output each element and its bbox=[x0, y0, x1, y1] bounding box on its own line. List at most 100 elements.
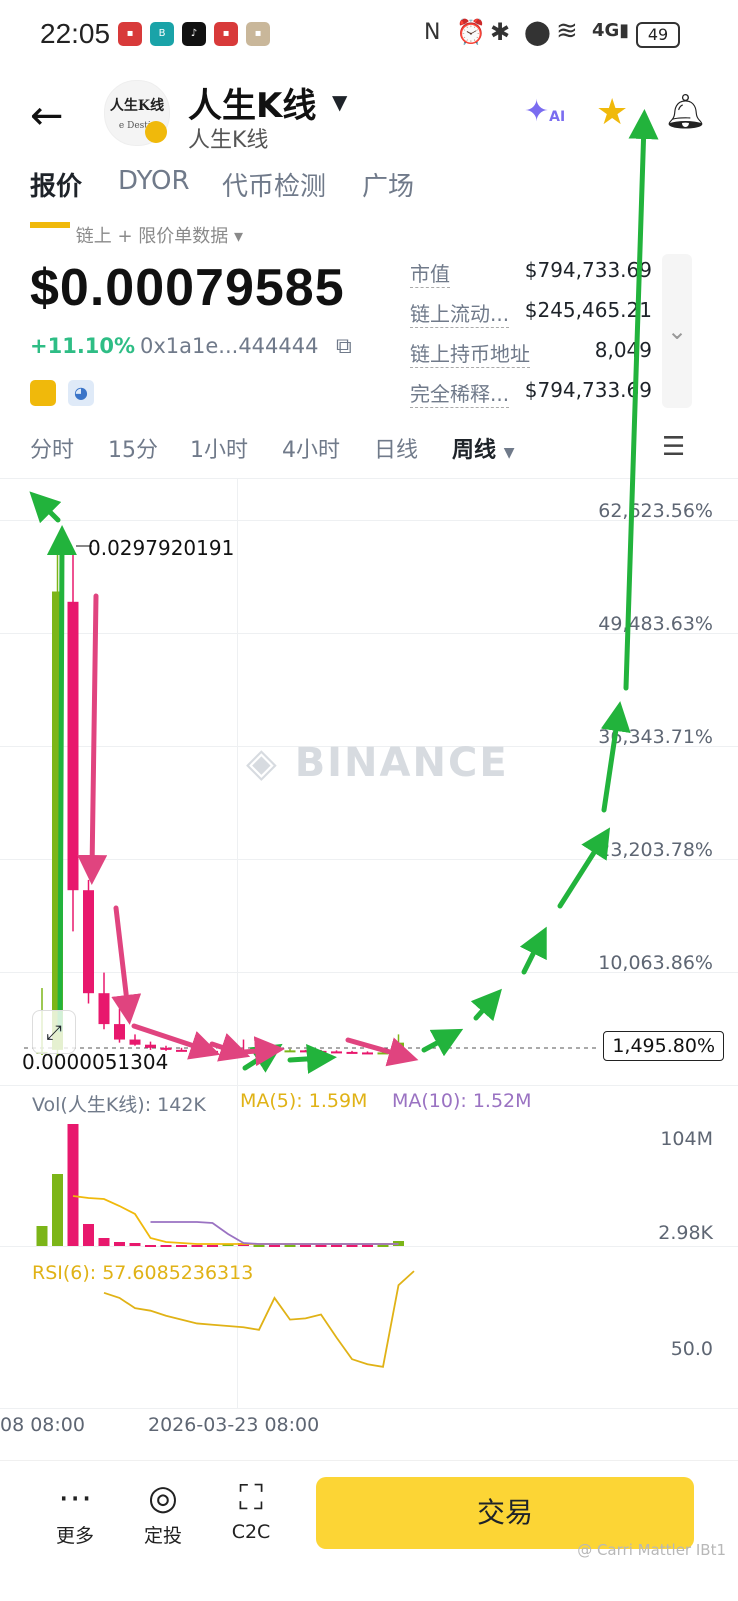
annotation-arrow-green bbox=[287, 1043, 337, 1074]
y-axis-label: 62,623.56% bbox=[598, 500, 713, 522]
candle-body bbox=[129, 1039, 141, 1045]
tab-dyor[interactable]: DYOR bbox=[118, 166, 190, 196]
y-axis-label: 49,483.63% bbox=[598, 613, 713, 635]
recurring-label: 定投 bbox=[143, 1525, 182, 1547]
huawei-icon: ▪ bbox=[214, 22, 238, 46]
interval-day[interactable]: 日线 bbox=[374, 432, 418, 464]
price-change: +11.10% bbox=[30, 334, 136, 358]
chart-top-border bbox=[0, 478, 738, 479]
candle-body bbox=[269, 1049, 280, 1052]
candle-body bbox=[222, 1049, 234, 1052]
volume-bar bbox=[52, 1174, 63, 1246]
tab-token-check[interactable]: 代币检测 bbox=[222, 166, 326, 203]
logo-text: 人生K线 bbox=[109, 98, 165, 114]
annotation-arrow-green bbox=[421, 1028, 464, 1057]
bluetooth-icon: ✱ bbox=[490, 18, 511, 46]
candle-body bbox=[393, 1042, 404, 1053]
candle-body bbox=[114, 1024, 125, 1040]
more-label: 更多 bbox=[55, 1525, 94, 1547]
tiktok-icon: ♪ bbox=[182, 22, 206, 46]
candle-body bbox=[362, 1052, 373, 1055]
data-source-text: 链上 + 限价单数据 bbox=[75, 226, 229, 247]
tab-square[interactable]: 广场 bbox=[362, 166, 414, 203]
tab-quote[interactable]: 报价 bbox=[30, 166, 82, 203]
stat-label-liquidity[interactable]: 链上流动... bbox=[410, 298, 510, 328]
wifi-icon: ≋ bbox=[556, 16, 578, 46]
expand-stats-chevron-icon[interactable]: ⌄ bbox=[662, 254, 692, 408]
recurring-button[interactable]: ◎ 定投 bbox=[128, 1461, 198, 1548]
photo-icon: ▪ bbox=[246, 22, 270, 46]
annotation-arrow-pink bbox=[111, 905, 142, 1025]
grid-line bbox=[0, 1408, 738, 1409]
watermark-text: BINANCE bbox=[294, 740, 509, 786]
current-price: $0.00079585 bbox=[30, 259, 345, 317]
annotation-arrow-pink bbox=[241, 1036, 285, 1067]
rsi-label: RSI(6): 57.6085236313 bbox=[32, 1262, 254, 1284]
stat-label-holders[interactable]: 链上持币地址 bbox=[410, 338, 530, 368]
ma10-line bbox=[150, 1221, 399, 1245]
location-icon: ⬤ bbox=[524, 18, 551, 46]
annotation-arrow-green bbox=[519, 926, 547, 975]
annotation-arrow-green bbox=[242, 1043, 283, 1073]
y-axis-label: 23,203.78% bbox=[598, 839, 713, 861]
alarm-icon: ⏰ bbox=[456, 18, 486, 46]
annotation-arrow-green bbox=[470, 988, 502, 1022]
bell-icon[interactable]: 🔔︎ bbox=[664, 92, 707, 132]
candle-body bbox=[377, 1052, 389, 1055]
stat-label-market-cap[interactable]: 市值 bbox=[410, 258, 450, 288]
binance-watermark: ◈ BINANCE bbox=[246, 740, 509, 786]
indicator-bar bbox=[30, 222, 70, 228]
boss-icon: B bbox=[150, 22, 174, 46]
rsi-y-label: 50.0 bbox=[670, 1338, 713, 1360]
grid-line bbox=[0, 1085, 738, 1086]
chart-settings-icon[interactable]: ☰ bbox=[662, 432, 685, 462]
dropdown-caret-icon[interactable]: ▼ bbox=[332, 90, 347, 114]
volume-y-label: 2.98K bbox=[658, 1222, 713, 1244]
c2c-label: C2C bbox=[231, 1521, 271, 1543]
annotation-arrow-pink bbox=[209, 1033, 251, 1062]
volume-bar bbox=[98, 1238, 110, 1246]
candle-body bbox=[253, 1049, 265, 1052]
chain-badge-icon bbox=[145, 121, 167, 143]
watermark-credit: @ Carri Mattler IBt1 bbox=[577, 1541, 726, 1559]
candle-body bbox=[52, 591, 63, 1050]
expand-chart-icon[interactable]: ⤢ bbox=[32, 1010, 76, 1054]
interval-4h[interactable]: 4小时 bbox=[282, 432, 340, 464]
interval-week[interactable]: 周线 ▼ bbox=[452, 432, 514, 464]
back-arrow-icon[interactable]: ← bbox=[30, 96, 64, 136]
ma10-label: MA(10): 1.52M bbox=[392, 1090, 532, 1112]
candle-body bbox=[176, 1049, 187, 1052]
trade-button[interactable]: 交易 bbox=[316, 1477, 694, 1549]
interval-1h[interactable]: 1小时 bbox=[190, 432, 248, 464]
candle-body bbox=[191, 1050, 203, 1053]
interval-15m[interactable]: 15分 bbox=[108, 432, 158, 464]
stat-value-liquidity: $245,465.21 bbox=[524, 298, 652, 322]
token-name[interactable]: 人生K线 bbox=[188, 78, 316, 127]
interval-caret-icon: ▼ bbox=[503, 445, 515, 461]
more-button[interactable]: ⋯ 更多 bbox=[40, 1461, 110, 1548]
candle-body bbox=[98, 993, 110, 1025]
y-axis-label: 10,063.86% bbox=[598, 952, 713, 974]
ai-sparkle-icon[interactable]: ✦AI bbox=[524, 94, 565, 129]
candle-body bbox=[238, 1049, 249, 1052]
recurring-icon: ◎ bbox=[148, 1478, 178, 1518]
stat-label-fdv[interactable]: 完全稀释... bbox=[410, 378, 510, 408]
data-source-line[interactable]: 链上 + 限价单数据 ▾ bbox=[30, 222, 243, 248]
bottom-action-bar: ⋯ 更多 ◎ 定投 ⛶ C2C 交易 @ Carri Mattler IBt1 bbox=[0, 1460, 738, 1601]
favorite-star-icon[interactable]: ★ bbox=[596, 92, 628, 133]
status-bar: 22:05 ▪ B ♪ ▪ ▪ N ⏰ ✱ ⬤ ≋ 4G▮ 49 bbox=[0, 0, 738, 70]
stat-value-fdv: $794,733.69 bbox=[524, 378, 652, 402]
c2c-button[interactable]: ⛶ C2C bbox=[216, 1461, 286, 1543]
volume-bar bbox=[36, 1226, 48, 1246]
volume-y-label: 104M bbox=[660, 1128, 713, 1150]
candle-body bbox=[207, 1050, 218, 1053]
candle-body bbox=[346, 1051, 358, 1054]
mask-icon: ◕ bbox=[68, 380, 94, 406]
bnb-chain-icon bbox=[30, 380, 56, 406]
copy-icon[interactable]: ⧉ bbox=[336, 334, 352, 359]
ma5-label: MA(5): 1.59M bbox=[240, 1090, 368, 1112]
stat-value-holders: 8,049 bbox=[594, 338, 652, 362]
rsi-line bbox=[103, 1270, 415, 1368]
candle-body bbox=[300, 1050, 311, 1053]
interval-time[interactable]: 分时 bbox=[30, 432, 74, 464]
